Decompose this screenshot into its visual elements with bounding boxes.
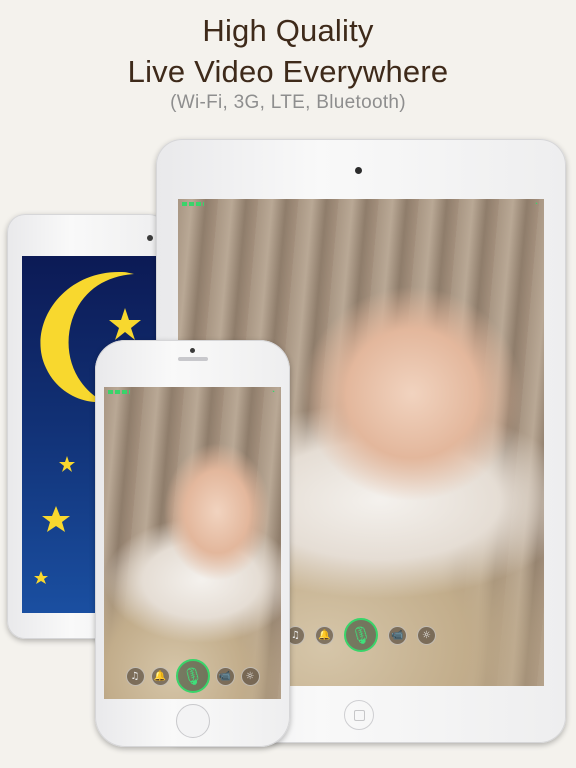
wifi-icon: ◔ xyxy=(270,389,275,396)
wifi-icon: ◔ xyxy=(533,201,538,208)
status-bar: ◔ xyxy=(104,389,281,396)
headline: High Quality Live Video Everywhere xyxy=(0,10,576,92)
signal-icon xyxy=(108,390,130,394)
headline-line-2: Live Video Everywhere xyxy=(127,54,449,89)
star-icon xyxy=(59,456,75,472)
star-icon xyxy=(34,571,48,584)
camera-icon[interactable]: 📹 xyxy=(215,666,235,686)
star-icon xyxy=(109,308,141,340)
signal-icon xyxy=(182,202,204,206)
brightness-icon[interactable]: ☼ xyxy=(240,666,260,686)
brightness-icon[interactable]: ☼ xyxy=(417,625,436,645)
control-bar: ♫ 🔔 🎙 📹 ☼ xyxy=(104,659,281,693)
front-camera xyxy=(147,235,153,241)
baby-video-feed xyxy=(104,387,281,699)
music-icon[interactable]: ♫ xyxy=(125,666,145,686)
star-icon xyxy=(42,506,70,532)
microphone-icon[interactable]: 🎙 xyxy=(344,618,378,652)
microphone-icon[interactable]: 🎙 xyxy=(175,659,210,693)
bell-icon[interactable]: 🔔 xyxy=(150,666,170,686)
iphone-device: ◔ ♫ 🔔 🎙 📹 ☼ xyxy=(95,340,290,747)
camera-icon[interactable]: 📹 xyxy=(388,625,407,645)
status-bar: ◔ xyxy=(178,201,544,208)
headline-line-1: High Quality xyxy=(202,13,374,48)
subtitle: (Wi-Fi, 3G, LTE, Bluetooth) xyxy=(170,92,406,113)
earpiece-speaker xyxy=(178,357,208,361)
front-camera xyxy=(190,348,195,353)
home-button[interactable] xyxy=(176,704,210,738)
iphone-live-video: ◔ ♫ 🔔 🎙 📹 ☼ xyxy=(104,387,281,699)
home-button[interactable] xyxy=(344,700,374,730)
front-camera xyxy=(355,167,362,174)
bell-icon[interactable]: 🔔 xyxy=(315,625,334,645)
